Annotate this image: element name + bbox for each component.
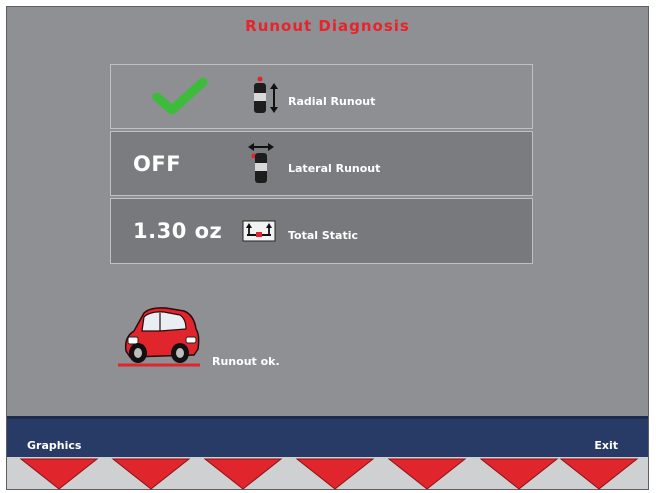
softkey-bar: Graphics Exit xyxy=(7,416,648,490)
lateral-runout-wheel-icon xyxy=(248,143,274,183)
radial-runout-wheel-icon xyxy=(254,76,278,113)
lateral-runout-row: OFF Lateral Runout xyxy=(110,131,533,196)
radial-runout-row: Radial Runout xyxy=(110,64,533,129)
total-static-value: 1.30 oz xyxy=(133,219,223,243)
softkey-label-bar: Graphics Exit xyxy=(7,416,648,457)
down-arrow-icon[interactable] xyxy=(19,458,99,490)
down-arrow-icon[interactable] xyxy=(203,458,283,490)
check-icon xyxy=(152,77,208,115)
lateral-runout-label: Lateral Runout xyxy=(288,161,381,175)
status-message: Runout ok. xyxy=(212,355,280,368)
static-weight-icon xyxy=(242,220,276,242)
car-icon xyxy=(118,307,200,367)
page-title: Runout Diagnosis xyxy=(245,17,410,35)
lateral-runout-value: OFF xyxy=(133,151,182,176)
down-arrow-icon[interactable] xyxy=(479,458,559,490)
down-arrow-icon[interactable] xyxy=(295,458,375,490)
down-arrow-icon[interactable] xyxy=(111,458,191,490)
total-static-row: 1.30 oz Total Static xyxy=(110,198,533,264)
down-arrow-icon[interactable] xyxy=(559,458,639,490)
graphics-softkey-label[interactable]: Graphics xyxy=(27,439,81,452)
diagnosis-screen: Runout Diagnosis Radial Runout OFF Later… xyxy=(6,6,649,490)
radial-runout-label: Radial Runout xyxy=(288,94,376,108)
softkey-row xyxy=(7,457,648,490)
total-static-label: Total Static xyxy=(288,229,359,243)
down-arrow-icon[interactable] xyxy=(387,458,467,490)
exit-softkey-label[interactable]: Exit xyxy=(594,439,618,452)
